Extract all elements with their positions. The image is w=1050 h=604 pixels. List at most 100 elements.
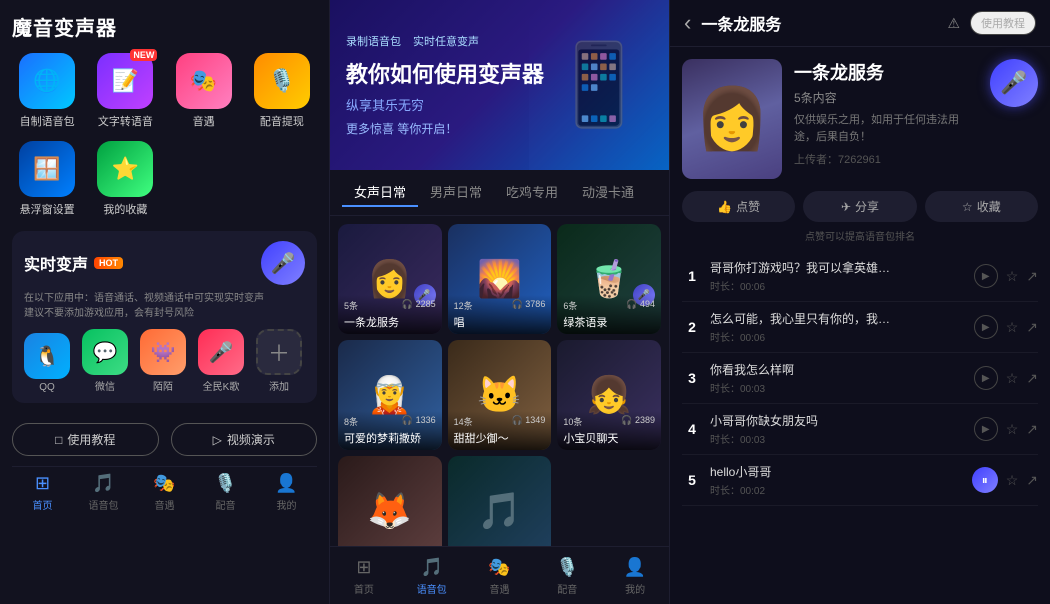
realtime-desc: 在以下应用中：语音通话、视频通话中可实现实时变声 建议不要添加游戏应用，会有封号… xyxy=(24,291,305,321)
app-qq[interactable]: 🐧 QQ xyxy=(24,333,70,393)
pack-card-5[interactable]: 🐱 14条 🎧 1349 甜甜少御～ xyxy=(448,340,552,450)
collect-button[interactable]: ☆ 收藏 xyxy=(925,191,1038,222)
mid-nav-mine[interactable]: 👤 我的 xyxy=(601,551,669,600)
track-title-3: 你看我怎么样啊 xyxy=(710,361,966,378)
app-karaoke[interactable]: 🎤 全民K歌 xyxy=(198,329,244,393)
pause-icon-5[interactable]: ⏸ xyxy=(972,467,998,493)
rank-hint: 点赞可以提高语音包排名 xyxy=(682,228,1038,243)
tab-female-daily[interactable]: 女声日常 xyxy=(342,178,418,207)
feature-float-window[interactable]: 🪟 悬浮窗设置 xyxy=(12,141,82,217)
star-icon-4[interactable]: ☆ xyxy=(1006,421,1019,438)
pack-card-4[interactable]: 🧝 8条 🎧 1336 可爱的梦莉撒娇 xyxy=(338,340,442,450)
pack-card-6[interactable]: 👧 10条 🎧 2389 小宝贝聊天 xyxy=(557,340,661,450)
qq-label: QQ xyxy=(39,382,55,393)
wechat-icon: 💬 xyxy=(82,329,128,375)
pack-stats-2: 12条 🎧 3786 xyxy=(454,299,546,312)
track-title-4: 小哥哥你缺女朋友吗 xyxy=(710,412,966,429)
play-icon-1[interactable]: ▶ xyxy=(974,264,998,288)
tab-male-daily[interactable]: 男声日常 xyxy=(418,178,494,207)
pack-name-3: 绿茶语录 xyxy=(563,314,655,330)
banner: 录制语音包 实时任意变声 教你如何使用变声器 纵享其乐无穷 更多惊喜 等你开启！… xyxy=(330,0,669,170)
star-icon-3[interactable]: ☆ xyxy=(1006,370,1019,387)
bottom-buttons: □ 使用教程 ▷ 视频演示 xyxy=(12,423,317,456)
share-button[interactable]: ✈ 分享 xyxy=(803,191,916,222)
track-list: 1 哥哥你打游戏吗？我可以拿英雄… 时长：00:06 ▶ ☆ ↗ 2 怎么可能，… xyxy=(682,251,1038,592)
star-icon-2[interactable]: ☆ xyxy=(1006,319,1019,336)
play-icon-4[interactable]: ▶ xyxy=(974,417,998,441)
voice-tone-label: 音遇 xyxy=(193,113,215,129)
track-actions-4: ▶ ☆ ↗ xyxy=(974,417,1038,441)
tab-anime[interactable]: 动漫卡通 xyxy=(570,178,646,207)
track-actions-5: ⏸ ☆ ↗ xyxy=(972,467,1038,493)
add-label: 添加 xyxy=(269,378,289,393)
right-tutorial-button[interactable]: 使用教程 xyxy=(970,11,1036,35)
left-bottom-nav: ⊞ 首页 🎵 语音包 🎭 音遇 🎙️ 配音 👤 我的 xyxy=(12,466,317,516)
like-button[interactable]: 👍 点赞 xyxy=(682,191,795,222)
pack-stats-3: 6条 🎧 494 xyxy=(563,299,655,312)
right-mic-button[interactable]: 🎤 xyxy=(990,59,1038,107)
karaoke-label: 全民K歌 xyxy=(203,378,240,393)
nav-voice-tone[interactable]: 🎭 音遇 xyxy=(134,467,195,516)
feature-dubbing[interactable]: 🎙️ 配音提现 xyxy=(247,53,317,129)
track-actions-1: ▶ ☆ ↗ xyxy=(974,264,1038,288)
track-duration-5: 时长：00:02 xyxy=(710,482,964,497)
collection-label: 我的收藏 xyxy=(103,201,147,217)
share-icon-4[interactable]: ↗ xyxy=(1026,421,1038,438)
mid-nav-home[interactable]: ⊞ 首页 xyxy=(330,551,398,600)
track-item-3: 3 你看我怎么样啊 时长：00:03 ▶ ☆ ↗ xyxy=(682,353,1038,404)
track-num-1: 1 xyxy=(682,268,702,284)
play-icon-3[interactable]: ▶ xyxy=(974,366,998,390)
star-icon-1[interactable]: ☆ xyxy=(1006,268,1019,285)
mid-nav-dubbing[interactable]: 🎙️ 配音 xyxy=(533,551,601,600)
right-panel: ‹ 一条龙服务 ⚠ 使用教程 👩 一条龙服务 5条内容 仅供娱乐之用，如用于任何… xyxy=(670,0,1050,604)
momo-label: 陌陌 xyxy=(153,378,173,393)
pack-name-4: 可爱的梦莉撒娇 xyxy=(344,430,436,446)
demo-button[interactable]: ▷ 视频演示 xyxy=(171,423,318,456)
pack-card-1[interactable]: 👩 🎤 5条 🎧 2285 一条龙服务 xyxy=(338,224,442,334)
tab-pubg[interactable]: 吃鸡专用 xyxy=(494,178,570,207)
feature-voice-pack[interactable]: 🌐 自制语音包 xyxy=(12,53,82,129)
nav-voice-pack[interactable]: 🎵 语音包 xyxy=(73,467,134,516)
pack-card-3[interactable]: 🧋 🎤 6条 🎧 494 绿茶语录 xyxy=(557,224,661,334)
left-panel: 魔音变声器 🌐 自制语音包 📝 NEW 文字转语音 🎭 音遇 🎙️ xyxy=(0,0,330,604)
app-momo[interactable]: 👾 陌陌 xyxy=(140,329,186,393)
pack-card-2[interactable]: 🌄 12条 🎧 3786 唱 xyxy=(448,224,552,334)
play-icon-2[interactable]: ▶ xyxy=(974,315,998,339)
pack-uploader: 上传者：7262961 xyxy=(794,151,978,167)
pack-overlay-2: 12条 🎧 3786 唱 xyxy=(448,295,552,334)
mic-button[interactable]: 🎤 xyxy=(261,241,305,285)
dubbing-nav-icon: 🎙️ xyxy=(214,473,236,494)
tutorial-button[interactable]: □ 使用教程 xyxy=(12,423,159,456)
feature-voice-tone[interactable]: 🎭 音遇 xyxy=(169,53,239,129)
share-icon-1[interactable]: ↗ xyxy=(1026,268,1038,285)
share-icon-2[interactable]: ↗ xyxy=(1026,319,1038,336)
nav-dubbing[interactable]: 🎙️ 配音 xyxy=(195,467,256,516)
pack-card-7[interactable]: 🦊 xyxy=(338,456,442,546)
banner-decoration: 📱 xyxy=(529,0,669,170)
feature-collection[interactable]: ⭐ 我的收藏 xyxy=(90,141,160,217)
mid-nav-voice-pack[interactable]: 🎵 语音包 xyxy=(398,551,466,600)
add-app[interactable]: ＋ 添加 xyxy=(256,329,302,393)
track-info-5: hello小哥哥 时长：00:02 xyxy=(710,463,964,497)
back-button[interactable]: ‹ xyxy=(684,10,691,36)
star-icon-5[interactable]: ☆ xyxy=(1006,472,1019,489)
demo-icon: ▷ xyxy=(213,433,222,447)
track-item-4: 4 小哥哥你缺女朋友吗 时长：00:03 ▶ ☆ ↗ xyxy=(682,404,1038,455)
feature-text-to-speech[interactable]: 📝 NEW 文字转语音 xyxy=(90,53,160,129)
app-wechat[interactable]: 💬 微信 xyxy=(82,329,128,393)
realtime-header: 实时变声 HOT 🎤 xyxy=(24,241,305,285)
track-item-2: 2 怎么可能，我心里只有你的，我… 时长：00:06 ▶ ☆ ↗ xyxy=(682,302,1038,353)
pack-card-8[interactable]: 🎵 xyxy=(448,456,552,546)
right-header: ‹ 一条龙服务 ⚠ 使用教程 xyxy=(670,0,1050,47)
mid-nav-voice-tone[interactable]: 🎭 音遇 xyxy=(466,551,534,600)
share-icon-3[interactable]: ↗ xyxy=(1026,370,1038,387)
share-icon-5[interactable]: ↗ xyxy=(1026,472,1038,489)
track-info-2: 怎么可能，我心里只有你的，我… 时长：00:06 xyxy=(710,310,966,344)
pack-thumb-7: 🦊 xyxy=(338,456,442,546)
pack-stats-1: 5条 🎧 2285 xyxy=(344,299,436,312)
nav-mine[interactable]: 👤 我的 xyxy=(256,467,317,516)
like-icon: 👍 xyxy=(717,200,732,214)
nav-home[interactable]: ⊞ 首页 xyxy=(12,467,73,516)
collection-icon: ⭐ xyxy=(97,141,153,197)
wechat-label: 微信 xyxy=(95,378,115,393)
